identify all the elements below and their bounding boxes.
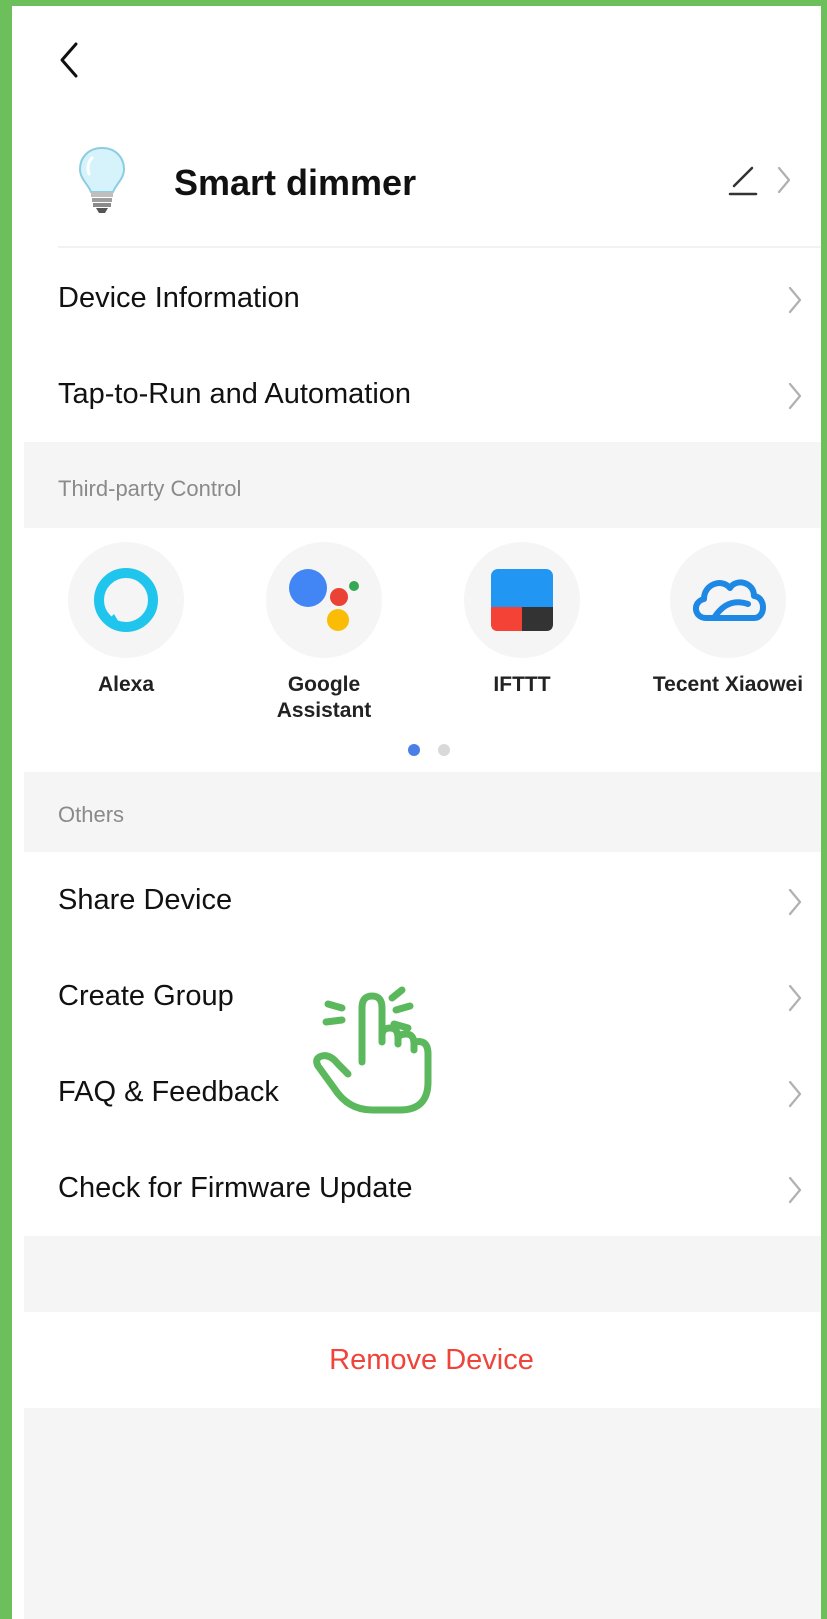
divider [58,246,821,248]
chevron-right-icon [788,1176,802,1204]
firmware-update-row[interactable]: Check for Firmware Update [24,1140,821,1236]
device-settings-screen: Smart dimmer Device Information Tap-to-R… [24,12,821,1619]
third-party-ifttt[interactable]: IFTTT [432,542,612,698]
tap-to-run-row[interactable]: Tap-to-Run and Automation [24,346,821,442]
chevron-right-icon [777,166,791,194]
chevron-right-icon [788,1080,802,1108]
device-header[interactable]: Smart dimmer [24,122,821,252]
third-party-tecent-xiaowei[interactable]: Tecent Xiaowei [630,542,821,698]
section-spacer [24,1236,821,1312]
others-section-header: Others [24,772,821,852]
third-party-label: IFTTT [493,673,551,696]
share-device-row[interactable]: Share Device [24,852,821,948]
chevron-left-icon [60,42,78,78]
chevron-right-icon [788,286,802,314]
row-label: Share Device [58,884,233,916]
remove-device-label: Remove Device [329,1344,534,1376]
device-name: Smart dimmer [174,162,417,203]
row-label: Check for Firmware Update [58,1172,413,1204]
remove-device-button[interactable]: Remove Device [24,1312,821,1408]
device-information-row[interactable]: Device Information [24,250,821,346]
page-dot-active [408,744,420,756]
section-title: Others [58,802,125,827]
third-party-label: Google Assistant [276,673,372,722]
chevron-right-icon [788,984,802,1012]
third-party-google-assistant[interactable]: Google Assistant [234,542,414,724]
cloud-icon [670,542,786,658]
row-label: Device Information [58,282,300,314]
screenshot-frame: Smart dimmer Device Information Tap-to-R… [0,0,827,1619]
third-party-label: Alexa [97,673,155,696]
third-party-alexa[interactable]: Alexa [36,542,216,698]
google-assistant-icon [266,542,382,658]
row-label: Tap-to-Run and Automation [58,378,412,410]
row-label: Create Group [58,980,234,1012]
tap-hand-icon [313,986,432,1114]
section-title: Third-party Control [58,476,242,501]
bottom-area [24,1408,821,1619]
back-button[interactable] [52,38,88,82]
page-dot [438,744,450,756]
alexa-icon [68,542,184,658]
row-label: FAQ & Feedback [58,1076,279,1108]
third-party-section-header: Third-party Control [24,442,821,528]
third-party-label: Tecent Xiaowei [652,673,804,696]
pencil-icon[interactable] [724,162,760,198]
light-bulb-icon [78,146,126,213]
chevron-right-icon [788,888,802,916]
chevron-right-icon [788,382,802,410]
ifttt-icon [464,542,580,658]
